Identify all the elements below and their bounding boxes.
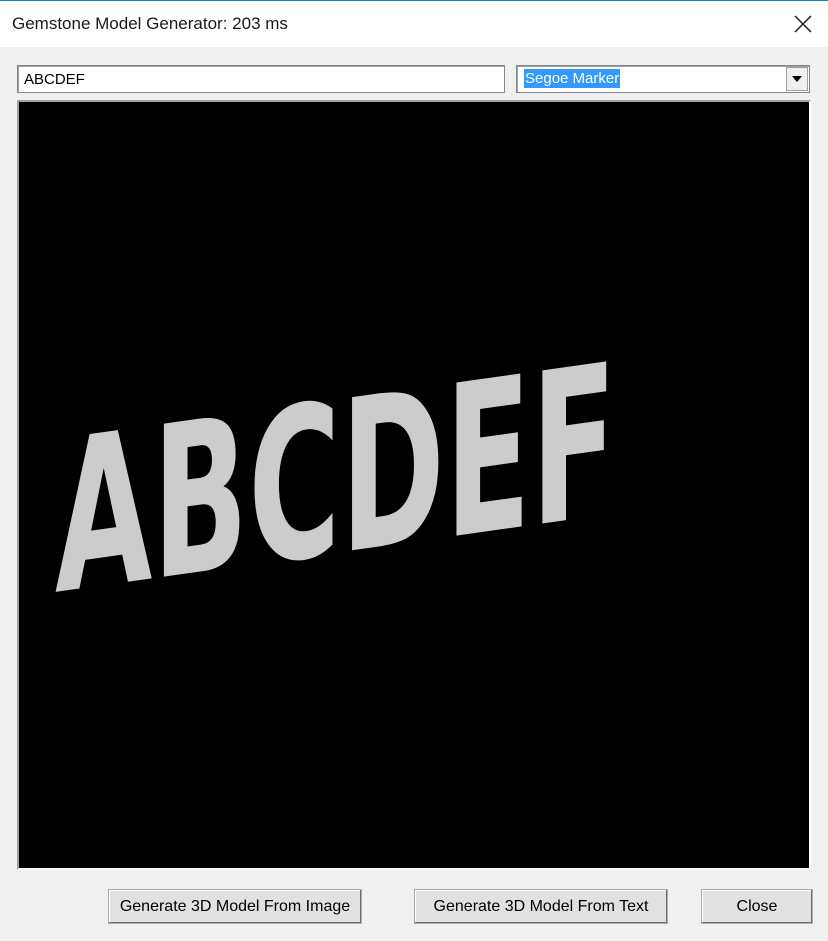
generate-from-image-button[interactable]: Generate 3D Model From Image: [108, 889, 362, 924]
generate-from-text-label: Generate 3D Model From Text: [433, 897, 649, 915]
preview-text: ABCDEF: [55, 319, 617, 642]
window-title: Gemstone Model Generator: 203 ms: [12, 14, 288, 33]
close-icon: [794, 15, 812, 33]
font-select-value: Segoe Marker: [524, 69, 621, 88]
chevron-down-icon: [792, 76, 802, 82]
generate-from-image-label: Generate 3D Model From Image: [119, 897, 351, 915]
preview-canvas: ABCDEF: [17, 100, 811, 870]
title-bar[interactable]: Gemstone Model Generator: 203 ms: [0, 1, 828, 47]
close-button-label: Close: [736, 897, 778, 915]
window-close-button[interactable]: [784, 5, 822, 43]
generate-from-text-button[interactable]: Generate 3D Model From Text: [414, 889, 668, 924]
app-window: Gemstone Model Generator: 203 ms Segoe M…: [0, 0, 828, 941]
font-select[interactable]: Segoe Marker: [516, 65, 810, 93]
preview-image: ABCDEF: [55, 319, 617, 642]
close-button[interactable]: Close: [701, 889, 813, 924]
font-select-dropdown-button[interactable]: [786, 67, 808, 91]
text-input[interactable]: [17, 65, 505, 93]
